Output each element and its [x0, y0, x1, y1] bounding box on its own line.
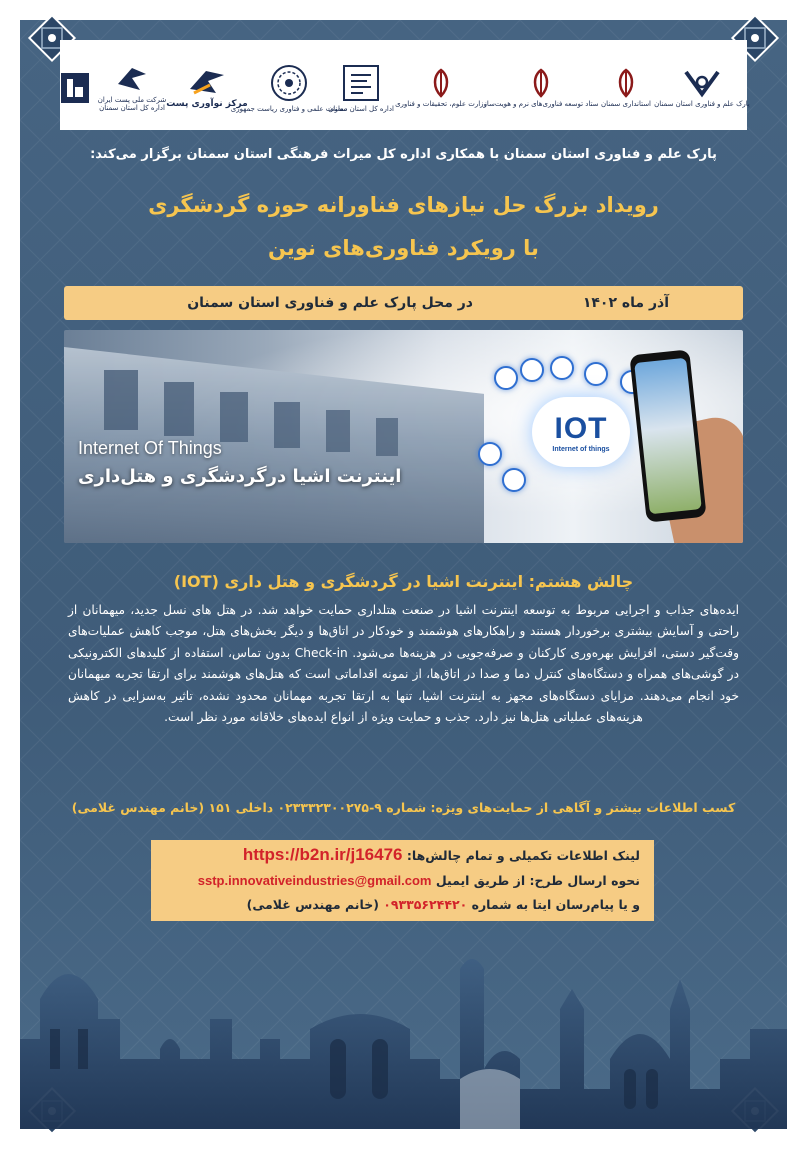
email-link[interactable]: sstp.innovativeindustries@gmail.com [198, 873, 432, 888]
logo-strip: پارک علم و فناوری استان سمنان استانداری … [57, 40, 750, 130]
iran-post-logo: شرکت ملی پست ایران اداره کل استان سمنان [97, 60, 167, 116]
emblem-icon [433, 68, 449, 98]
iot-badge-subtext: Internet of things [552, 445, 610, 453]
more-info-link[interactable]: https://b2n.ir/j16476 [243, 845, 403, 864]
heritage-emblem-icon [343, 65, 379, 101]
contact-info: کسب اطلاعات بیشتر و آگاهی از حمایت‌های و… [71, 800, 736, 815]
challenge-description: ایده‌های جذاب و اجرایی مربوط به توسعه ای… [68, 603, 739, 725]
thermometer-icon [550, 356, 574, 380]
institute-logo [57, 60, 93, 116]
intro-text: پارک علم و فناوری استان سمنان با همکاری … [90, 147, 717, 162]
link-label: لینک اطلاعات تکمیلی و تمام چالش‌ها: [406, 848, 640, 863]
ministry-science-logo-caption: وزارت علوم، تحقیقات و فناوری [395, 100, 487, 108]
post-innovation-logo: مرکز نوآوری پست [166, 60, 248, 116]
printer-icon [584, 362, 608, 386]
iot-banner-image: IOT Internet of things Internet Of Thing… [64, 330, 743, 543]
governorate-logo: استانداری سمنان [601, 60, 651, 116]
banner-english-title: Internet Of Things [78, 438, 222, 458]
post-bird-icon [118, 68, 146, 90]
vice-presidency-logo: ستاد توسعه فناوری‌های نرم و هویت‌ساز [483, 60, 599, 116]
monuments-skyline-image [20, 959, 787, 1129]
gamepad-icon [502, 468, 526, 492]
iran-post-logo-caption: شرکت ملی پست ایران اداره کل استان سمنان [97, 96, 167, 112]
innovation-logo-caption: معاونت علمی و فناوری ریاست جمهوری [230, 105, 348, 113]
banner-persian-title: اینترنت اشیا درگردشگری و هتل‌داری [78, 466, 402, 487]
event-headline-line2: با رویکرد فناوری‌های نوین [268, 236, 539, 260]
emblem-icon [618, 68, 634, 98]
ac-icon [520, 358, 544, 382]
event-date: آذر ماه ۱۴۰۲ [582, 295, 669, 311]
park-logo: پارک علم و فناوری استان سمنان [654, 60, 750, 116]
vice-presidency-logo-caption: ستاد توسعه فناوری‌های نرم و هویت‌ساز [483, 100, 599, 108]
innovation-logo: معاونت علمی و فناوری ریاست جمهوری [231, 60, 347, 116]
iot-badge-text: IOT [554, 411, 608, 445]
park-logo-caption: پارک علم و فناوری استان سمنان [654, 100, 750, 108]
ministry-science-logo: وزارت علوم، تحقیقات و فناوری [395, 60, 487, 116]
park-logo-icon [684, 70, 720, 98]
iot-cloud-badge: IOT Internet of things [532, 397, 630, 467]
event-place: در محل پارک علم و فناوری استان سمنان [187, 295, 473, 311]
institute-emblem-icon [61, 73, 89, 103]
post-bird-icon [190, 71, 224, 95]
speaker-icon [478, 442, 502, 466]
submit-label: نحوه ارسال طرح: از طریق ایمیل [435, 873, 640, 888]
submit-row: نحوه ارسال طرح: از طریق ایمیل sstp.innov… [198, 873, 640, 888]
governorate-logo-caption: استانداری سمنان [601, 100, 652, 108]
event-headline-line1: رویداد بزرگ حل نیازهای فناورانه حوزه گرد… [148, 193, 659, 217]
emblem-icon [533, 68, 549, 98]
tv-icon [494, 366, 518, 390]
rosette-icon [271, 65, 307, 101]
link-row: لینک اطلاعات تکمیلی و تمام چالش‌ها: http… [243, 845, 640, 865]
date-band: آذر ماه ۱۴۰۲ در محل پارک علم و فناوری اس… [64, 286, 743, 320]
post-innovation-logo-caption: مرکز نوآوری پست [166, 99, 248, 109]
challenge-title: چالش هشتم: اینترنت اشیا در گردشگری و هتل… [173, 572, 634, 591]
